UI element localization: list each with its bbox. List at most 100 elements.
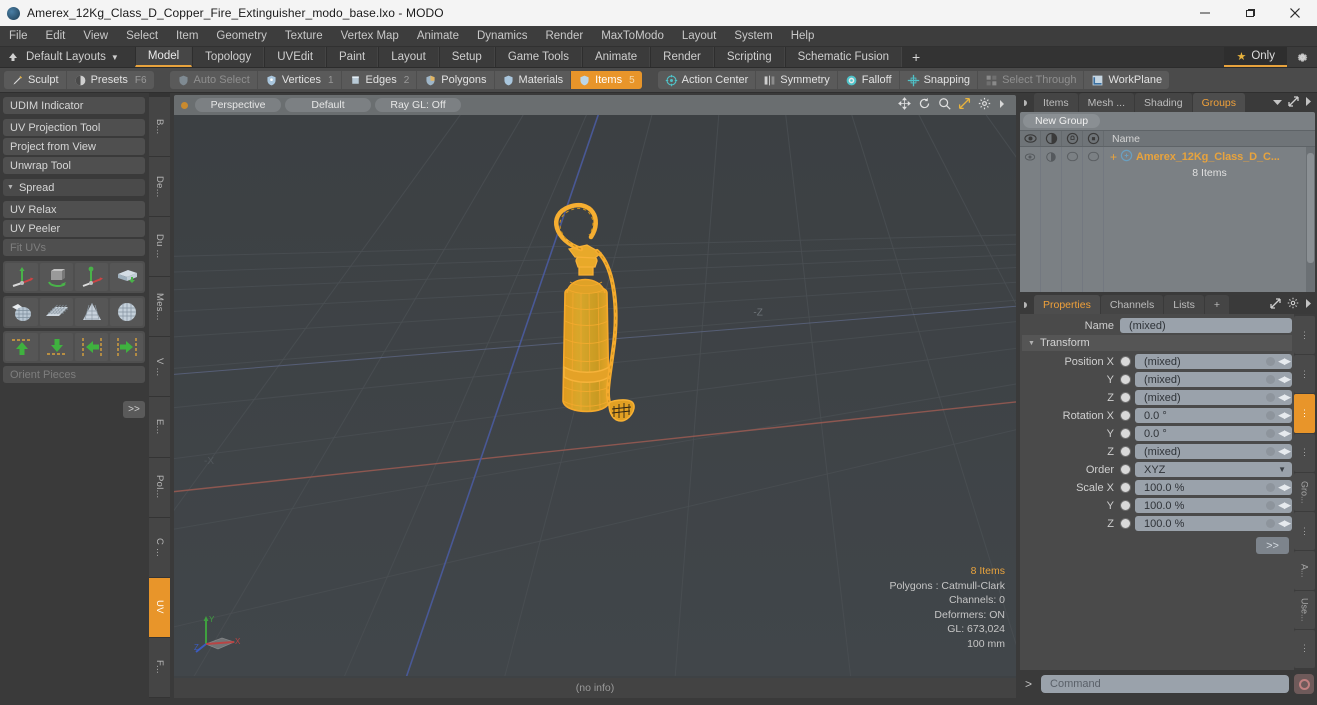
new-group-button[interactable]: New Group (1023, 114, 1101, 128)
groups-scrollbar[interactable] (1306, 147, 1315, 292)
menu-item[interactable]: Item (167, 26, 207, 47)
tab-lists[interactable]: Lists (1164, 295, 1204, 314)
right-panel-menu-dot-icon[interactable] (1021, 93, 1033, 112)
menu-edit[interactable]: Edit (37, 26, 75, 47)
tab-render[interactable]: Render (650, 47, 714, 67)
viewport-projection-selector[interactable]: Perspective (195, 98, 281, 112)
align-right-icon[interactable] (110, 333, 143, 361)
lock-icon[interactable] (1062, 131, 1083, 146)
scale-z-knob[interactable] (1120, 518, 1131, 529)
menu-maxtomodo[interactable]: MaxToModo (592, 26, 673, 47)
materials-button[interactable]: Materials (495, 71, 572, 89)
section-transform[interactable]: ▼ Transform (1022, 335, 1292, 351)
viewport-3d[interactable]: -Z -X Y X Z 8 Items Polygons: Catmull-C… (174, 115, 1016, 678)
workplane-button[interactable]: WorkPlane (1084, 71, 1169, 89)
groups-scrollbar-thumb[interactable] (1307, 153, 1314, 263)
scale-y-input[interactable]: 100.0 % ◀▶ (1135, 498, 1292, 513)
groups-list[interactable]: + Amerex_12Kg_Class_D_C... 8 Items (1020, 147, 1315, 292)
spinner-icon[interactable]: ◀▶ (1278, 392, 1291, 403)
tool-uv-peeler[interactable]: UV Peeler (3, 220, 145, 237)
menu-render[interactable]: Render (536, 26, 592, 47)
vtab-vertex[interactable]: V ... (149, 337, 170, 398)
anim-dot-icon[interactable] (1266, 393, 1276, 402)
pvtab-6[interactable]: ⋮ (1294, 512, 1315, 551)
align-left-icon[interactable] (75, 333, 108, 361)
vertices-button[interactable]: Vertices 1 (258, 71, 342, 89)
viewport-menu-dot-icon[interactable] (181, 101, 188, 109)
tab-paint[interactable]: Paint (326, 47, 379, 67)
close-icon[interactable] (1272, 0, 1317, 26)
fit-icon[interactable] (958, 97, 971, 113)
record-icon[interactable] (1294, 674, 1314, 694)
menu-select[interactable]: Select (117, 26, 167, 47)
menu-animate[interactable]: Animate (408, 26, 468, 47)
vtab-polygon[interactable]: Pol... (149, 457, 170, 518)
anim-dot-icon[interactable] (1266, 447, 1276, 456)
vtab-uv[interactable]: UV (149, 577, 170, 638)
viewport-raygl-toggle[interactable]: Ray GL: Off (375, 98, 461, 112)
menu-system[interactable]: System (725, 26, 781, 47)
group-row[interactable]: + Amerex_12Kg_Class_D_C... (1104, 149, 1315, 165)
menu-layout[interactable]: Layout (673, 26, 726, 47)
left-panel-expand-button[interactable]: >> (123, 401, 145, 418)
menu-vertex-map[interactable]: Vertex Map (332, 26, 408, 47)
position-y-knob[interactable] (1120, 374, 1131, 385)
tab-add[interactable]: + (1204, 295, 1229, 314)
edges-button[interactable]: Edges 2 (342, 71, 418, 89)
spinner-icon[interactable]: ◀▶ (1278, 428, 1291, 439)
anim-dot-icon[interactable] (1266, 411, 1276, 420)
menu-file[interactable]: File (0, 26, 37, 47)
vtab-edge[interactable]: E... (149, 397, 170, 458)
expand-plus-icon[interactable]: + (1110, 150, 1117, 164)
tool-unwrap[interactable]: Unwrap Tool (3, 157, 145, 174)
section-spread[interactable]: ▼ Spread (3, 179, 145, 196)
anim-dot-icon[interactable] (1266, 375, 1276, 384)
rotation-x-knob[interactable] (1120, 410, 1131, 421)
pvtab-1[interactable]: ⋮ (1294, 316, 1315, 355)
scale-z-input[interactable]: 100.0 % ◀▶ (1135, 516, 1292, 531)
select-through-button[interactable]: Select Through (978, 71, 1085, 89)
rotate-icon[interactable] (918, 97, 931, 113)
position-z-knob[interactable] (1120, 392, 1131, 403)
symmetry-button[interactable]: Symmetry (756, 71, 838, 89)
rotation-y-input[interactable]: 0.0 ° ◀▶ (1135, 426, 1292, 441)
tab-layout[interactable]: Layout (378, 47, 439, 67)
wireframe-toggle-icon[interactable] (1083, 147, 1103, 166)
spinner-icon[interactable]: ◀▶ (1278, 482, 1291, 493)
viewport-shading-selector[interactable]: Default (285, 98, 371, 112)
uv-sphere-icon[interactable] (110, 298, 143, 326)
only-toggle-button[interactable]: ★ Only (1224, 47, 1287, 67)
tab-mesh[interactable]: Mesh ... (1078, 93, 1135, 112)
anim-dot-icon[interactable] (1266, 519, 1276, 528)
pvtab-assembly[interactable]: A... (1294, 551, 1315, 590)
rotation-x-input[interactable]: 0.0 ° ◀▶ (1135, 408, 1292, 423)
order-select[interactable]: XYZ ▼ (1135, 462, 1292, 477)
anim-dot-icon[interactable] (1266, 501, 1276, 510)
scale-x-knob[interactable] (1120, 482, 1131, 493)
pvtab-9[interactable]: ⋮ (1294, 629, 1315, 668)
uv-cone-icon[interactable] (75, 298, 108, 326)
tab-channels[interactable]: Channels (1100, 295, 1164, 314)
default-layouts-dropdown[interactable]: Default Layouts ▼ (26, 47, 129, 67)
gear-icon[interactable] (978, 97, 991, 113)
maximize-icon[interactable] (1227, 0, 1272, 26)
align-down-icon[interactable] (40, 333, 73, 361)
vtab-mesh[interactable]: Mes... (149, 277, 170, 338)
pan-icon[interactable] (898, 97, 911, 113)
spinner-icon[interactable]: ◀▶ (1278, 500, 1291, 511)
name-input[interactable]: (mixed) (1120, 318, 1292, 333)
items-button[interactable]: Items 5 (571, 71, 642, 89)
pvtab-4[interactable]: ⋮ (1294, 433, 1315, 472)
scale-y-knob[interactable] (1120, 500, 1131, 511)
tab-scripting[interactable]: Scripting (713, 47, 785, 67)
spinner-icon[interactable]: ◀▶ (1278, 356, 1291, 367)
wireframe-icon[interactable] (1083, 131, 1104, 146)
home-layout-icon[interactable] (0, 47, 26, 67)
chevron-right-icon[interactable] (998, 99, 1006, 112)
tab-uvedit[interactable]: UVEdit (264, 47, 327, 67)
menu-texture[interactable]: Texture (276, 26, 332, 47)
action-center-button[interactable]: Action Center (658, 71, 757, 89)
flip-plane-icon[interactable] (110, 263, 143, 291)
tab-groups[interactable]: Groups (1192, 93, 1246, 112)
anim-dot-icon[interactable] (1266, 357, 1276, 366)
